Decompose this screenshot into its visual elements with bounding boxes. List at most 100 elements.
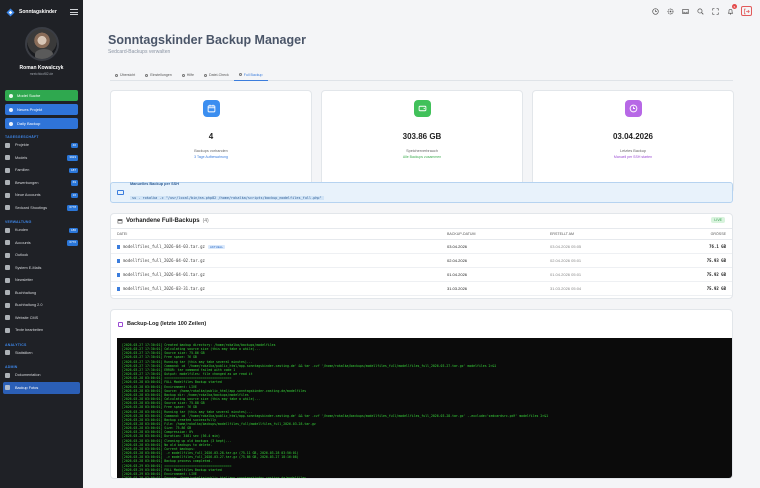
- stat-value: 303.86 GB: [402, 132, 442, 141]
- logout-button[interactable]: [741, 6, 752, 16]
- page-title: Sonntagskinder Backup Manager: [108, 33, 306, 47]
- menu-toggle-icon[interactable]: [70, 9, 78, 15]
- sidebar-header: Sonntagskinder: [0, 0, 83, 24]
- button-icon: [9, 121, 13, 126]
- tab-übersicht[interactable]: Übersicht: [110, 69, 140, 81]
- ssh-command-box: Manuelles Backup per SSH su - rokalka -c…: [110, 182, 733, 203]
- sidebar-item-outlook[interactable]: Outlook: [0, 249, 83, 262]
- avatar[interactable]: [24, 27, 59, 61]
- stat-link[interactable]: 3 Tage Aufbewahrung: [111, 155, 311, 159]
- nav-icon: [5, 227, 10, 233]
- ssh-command[interactable]: su - rokalka -c "/usr/local/bin/ea-php82…: [130, 195, 324, 200]
- sidebar-item-backup-fotos[interactable]: Backup Fotos: [3, 381, 80, 394]
- expand-icon[interactable]: [711, 7, 719, 15]
- tab-icon: [145, 73, 149, 77]
- sidebar-button-neues-projekt[interactable]: Neues Projekt: [5, 104, 78, 115]
- sidebar-item-models[interactable]: Models 3923: [0, 152, 83, 165]
- current-badge: AKTUELL: [207, 245, 226, 249]
- nav-icon: [5, 277, 10, 283]
- stat-label: Letztes Backup: [620, 149, 646, 153]
- col-file[interactable]: DATEI: [111, 228, 441, 240]
- nav-icon: [5, 385, 10, 391]
- sidebar-item-statistiken[interactable]: Statistiken: [0, 347, 83, 360]
- bell-icon[interactable]: 5: [726, 4, 737, 15]
- sidebar-button-model-suche[interactable]: Model Suche: [5, 90, 78, 101]
- search-icon[interactable]: [696, 7, 704, 15]
- button-icon: [9, 107, 13, 112]
- sidebar-item-label: Website CMS: [15, 315, 39, 320]
- archive-icon: [117, 219, 123, 224]
- table-row[interactable]: modellfiles_full_2026-03-31.tar.gz 31.03.…: [111, 281, 732, 296]
- file-size: 75.92 GB: [653, 281, 732, 296]
- count-badge: 6778: [67, 205, 78, 211]
- nav-icon: [5, 327, 10, 333]
- calendar-icon: [202, 100, 220, 117]
- stat-link[interactable]: Alle Backups zusammen: [322, 155, 522, 159]
- stat-link[interactable]: Manuell per SSH starten: [533, 155, 733, 159]
- sidebar-item-newsletter[interactable]: Newsletter: [0, 274, 83, 287]
- col-created[interactable]: ERSTELLT AM: [544, 228, 653, 240]
- file-cell[interactable]: modellfiles_full_2026-03-31.tar.gz: [111, 281, 441, 296]
- sidebar-item-texte-bearbeiten[interactable]: Texte bearbeiten: [0, 324, 83, 337]
- sidebar-item-familien[interactable]: Familien 187: [0, 164, 83, 177]
- brand-name[interactable]: Sonntagskinder: [19, 9, 66, 15]
- live-badge: LIVE: [711, 217, 725, 223]
- col-size[interactable]: GRÖSSE: [653, 228, 732, 240]
- sidebar-item-accounts[interactable]: Accounts 6776: [0, 237, 83, 250]
- log-line: [2026-03-29 03:00:01] Source: /home/roka…: [122, 476, 307, 478]
- count-badge: 187: [68, 167, 78, 173]
- sidebar-item-buchhaltung[interactable]: Buchhaltung: [0, 287, 83, 300]
- file-cell[interactable]: modellfiles_full_2026-04-01.tar.gz: [111, 267, 441, 282]
- nav-icon: [5, 350, 10, 356]
- disk-icon: [413, 100, 431, 117]
- tab-hilfe[interactable]: Hilfe: [177, 69, 199, 81]
- brand-logo-icon[interactable]: [5, 7, 15, 17]
- file-cell[interactable]: modellfiles_full_2026-04-02.tar.gz: [111, 253, 441, 268]
- table-row[interactable]: modellfiles_full_2026-04-03.tar.gz AKTUEL…: [111, 239, 732, 254]
- file-name: modellfiles_full_2026-04-03.tar.gz: [123, 244, 205, 249]
- sidebar-item-system-e-mails[interactable]: System E-Mails: [0, 262, 83, 275]
- sidebar-item-bewerbungen[interactable]: Bewerbungen 69: [0, 177, 83, 190]
- file-icon: [117, 259, 120, 263]
- notification-badge: 5: [732, 4, 737, 9]
- tab-label: Datei-Check: [208, 73, 229, 77]
- table-row[interactable]: modellfiles_full_2026-04-02.tar.gz 02.04.…: [111, 253, 732, 268]
- backup-log-header: Backup-Log (letzte 100 Zeilen): [111, 310, 732, 338]
- col-date[interactable]: BACKUP-DATUM: [441, 228, 544, 240]
- sidebar-item-kunden[interactable]: Kunden 186: [0, 224, 83, 237]
- terminal-icon: [117, 190, 124, 195]
- file-cell[interactable]: modellfiles_full_2026-04-03.tar.gz AKTUEL…: [111, 239, 441, 254]
- backup-date: 03.04.2026: [441, 239, 544, 254]
- count-badge: 16: [70, 192, 78, 198]
- sidebar-item-label: Statistiken: [15, 350, 33, 355]
- sidebar-item-label: Buchhaltung 2.0: [15, 303, 43, 308]
- sidebar-button-label: Daily Backup: [17, 121, 41, 126]
- nav-icon: [5, 302, 10, 308]
- table-row[interactable]: modellfiles_full_2026-04-01.tar.gz 01.04.…: [111, 267, 732, 282]
- clock-icon[interactable]: [651, 7, 659, 15]
- backup-log-output[interactable]: [2026-03-27 17:30:01] Created backup dir…: [117, 338, 732, 478]
- created-at: 03.04.2026 05:05: [544, 239, 653, 254]
- sidebar-item-website-cms[interactable]: Website CMS: [0, 312, 83, 325]
- stat-label: Backups vorhanden: [194, 149, 228, 153]
- sidebar-item-projekte[interactable]: Projekte 40: [0, 139, 83, 152]
- sidebar-item-sedcard-shootings[interactable]: Sedcard Shootings 6778: [0, 202, 83, 215]
- inbox-icon[interactable]: [681, 7, 689, 15]
- count-badge: 186: [68, 227, 78, 233]
- tab-einstellungen[interactable]: Einstellungen: [140, 69, 177, 81]
- file-name: modellfiles_full_2026-04-02.tar.gz: [123, 258, 205, 263]
- tab-full-backup[interactable]: Full Backup: [233, 69, 268, 81]
- sidebar-item-buchhaltung-2-0[interactable]: Buchhaltung 2.0: [0, 299, 83, 312]
- stat-card: 4 Backups vorhanden 3 Tage Aufbewahrung: [110, 90, 312, 193]
- sidebar-item-dokumentation[interactable]: Dokumentation: [0, 369, 83, 382]
- sidebar-button-daily-backup[interactable]: Daily Backup: [5, 118, 78, 129]
- tab-datei-check[interactable]: Datei-Check: [199, 69, 234, 81]
- backups-table-card: Vorhandene Full-Backups (4) LIVE DATEI B…: [110, 213, 733, 299]
- file-size: 75.93 GB: [653, 253, 732, 268]
- sidebar-item-neue-accounts[interactable]: Neue Accounts 16: [0, 189, 83, 202]
- nav-icon: [5, 265, 10, 271]
- top-bar: 5: [83, 0, 760, 22]
- gear-icon[interactable]: [666, 7, 674, 15]
- tab-icon: [238, 73, 242, 76]
- page-subtitle: Sedcard-Backups verwalten: [108, 49, 171, 55]
